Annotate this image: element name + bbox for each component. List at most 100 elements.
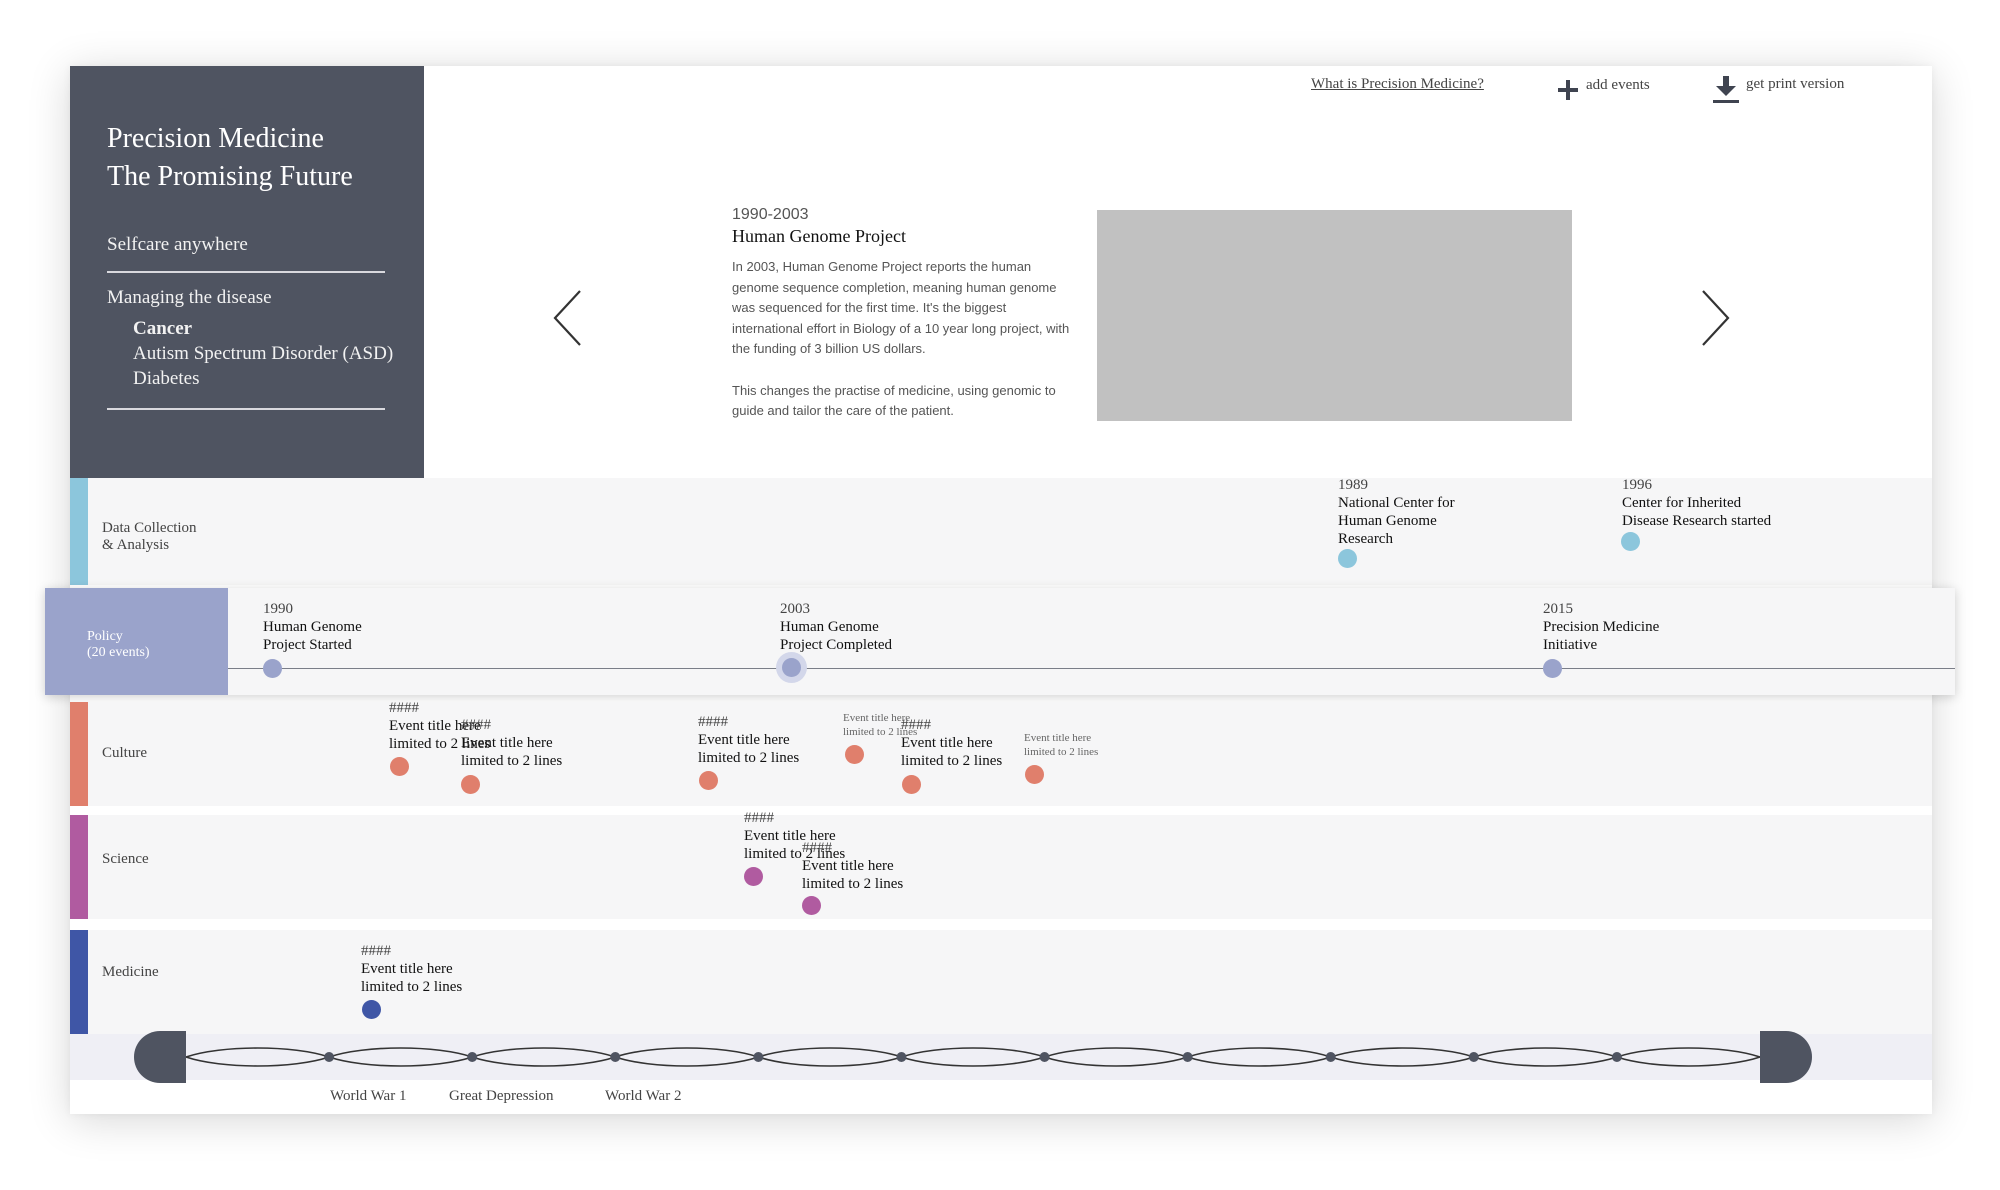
sidebar-divider xyxy=(107,408,385,410)
event-medicine-1[interactable]: #### Event title here limited to 2 lines xyxy=(361,943,462,996)
event-year: 1989 xyxy=(1338,477,1368,493)
track-color-bar xyxy=(70,478,88,585)
scrubber-knot xyxy=(1182,1052,1193,1062)
featured-paragraph-1: In 2003, Human Genome Project reports th… xyxy=(732,259,1070,356)
featured-years: 1990-2003 xyxy=(732,206,809,223)
event-culture-6[interactable]: Event title here limited to 2 lines xyxy=(1024,731,1098,759)
event-title-line: limited to 2 lines xyxy=(461,753,563,769)
nav-selfcare-anywhere[interactable]: Selfcare anywhere xyxy=(107,234,248,256)
track-label-line2: & Analysis xyxy=(102,537,170,553)
event-dot[interactable] xyxy=(362,1000,381,1019)
scrubber-strand xyxy=(185,1056,1761,1067)
event-title-line: Research xyxy=(1338,531,1393,547)
scrubber-knot xyxy=(467,1052,478,1062)
event-title-line: Event title here xyxy=(802,858,894,874)
event-title-line: National Center for xyxy=(1338,495,1455,511)
track-label-line2: (20 events) xyxy=(87,645,150,660)
track-color-bar xyxy=(70,815,88,919)
event-culture-5[interactable]: #### Event title here limited to 2 lines xyxy=(901,717,1002,770)
event-title-line: Event title here xyxy=(1024,732,1092,744)
track-science xyxy=(70,815,1932,919)
event-year: #### xyxy=(901,717,931,733)
event-dot[interactable] xyxy=(461,775,480,794)
event-dot-selected[interactable] xyxy=(782,658,801,677)
featured-event: 1990-2003 Human Genome Project In 2003, … xyxy=(732,206,1072,443)
print-version-label: get print version xyxy=(1746,76,1845,92)
event-science-2[interactable]: #### Event title here limited to 2 lines xyxy=(802,840,903,893)
event-dot[interactable] xyxy=(699,771,718,790)
event-year: 2003 xyxy=(780,601,810,617)
track-label-science[interactable]: Science xyxy=(102,851,149,868)
event-dot[interactable] xyxy=(1338,549,1357,568)
what-is-precision-medicine-link[interactable]: What is Precision Medicine? xyxy=(1311,76,1484,93)
event-dot[interactable] xyxy=(390,757,409,776)
nav-disease-diabetes[interactable]: Diabetes xyxy=(133,368,199,390)
sidebar: Precision Medicine The Promising Future … xyxy=(70,66,424,478)
event-year: #### xyxy=(698,714,728,730)
event-title-line: Human Genome xyxy=(263,619,362,635)
track-label-line1: Policy xyxy=(87,629,123,644)
event-dot[interactable] xyxy=(263,659,282,678)
event-title-line: Project Started xyxy=(263,637,352,653)
event-dot[interactable] xyxy=(1543,659,1562,678)
event-year: #### xyxy=(361,943,391,959)
chevron-right-icon[interactable] xyxy=(1693,283,1733,353)
event-data-1989[interactable]: 1989 National Center for Human Genome Re… xyxy=(1338,477,1455,548)
nav-managing-disease[interactable]: Managing the disease xyxy=(107,287,272,309)
event-dot[interactable] xyxy=(845,745,864,764)
event-policy-2015[interactable]: 2015 Precision Medicine Initiative xyxy=(1543,601,1659,654)
featured-image-placeholder xyxy=(1097,210,1572,421)
sidebar-divider xyxy=(107,271,385,273)
era-label-ww2[interactable]: World War 2 xyxy=(605,1088,681,1105)
event-policy-2003[interactable]: 2003 Human Genome Project Completed xyxy=(780,601,892,654)
event-title-line: Event title here xyxy=(698,732,790,748)
event-culture-2[interactable]: #### Event title here limited to 2 lines xyxy=(461,717,562,770)
event-dot[interactable] xyxy=(744,867,763,886)
event-dot[interactable] xyxy=(902,775,921,794)
event-dot[interactable] xyxy=(802,896,821,915)
nav-disease-asd[interactable]: Autism Spectrum Disorder (ASD) xyxy=(133,343,393,365)
scrubber-handle-left[interactable] xyxy=(134,1031,186,1083)
app-title-line1: Precision Medicine xyxy=(107,123,324,154)
scrubber-knot xyxy=(610,1052,621,1062)
event-culture-3[interactable]: #### Event title here limited to 2 lines xyxy=(698,714,799,767)
event-title-line: Human Genome xyxy=(1338,513,1437,529)
event-title-line: Center for Inherited xyxy=(1622,495,1742,511)
track-label-culture[interactable]: Culture xyxy=(102,745,147,762)
event-data-1996[interactable]: 1996 Center for Inherited Disease Resear… xyxy=(1622,477,1771,530)
event-dot[interactable] xyxy=(1025,765,1044,784)
featured-paragraph-2: This changes the practise of medicine, u… xyxy=(732,382,1056,419)
chevron-left-icon[interactable] xyxy=(550,283,590,353)
plus-icon xyxy=(1558,80,1578,100)
download-icon xyxy=(1713,76,1739,103)
event-title-line: Event title here xyxy=(901,735,993,751)
scrubber-knot xyxy=(1325,1052,1336,1062)
event-title-line: Event title here xyxy=(361,961,453,977)
nav-disease-cancer[interactable]: Cancer xyxy=(133,318,192,340)
track-label-policy[interactable]: Policy (20 events) xyxy=(45,588,228,695)
event-dot[interactable] xyxy=(1621,532,1640,551)
track-medicine xyxy=(70,930,1932,1034)
timeline-scrubber[interactable] xyxy=(130,1030,1820,1084)
scrubber-strand xyxy=(185,1047,1761,1058)
scrubber-knot xyxy=(1039,1052,1050,1062)
event-title-line: Disease Research started xyxy=(1622,513,1772,529)
track-label-line1: Data Collection xyxy=(102,520,197,536)
app-title-line2: The Promising Future xyxy=(107,161,353,192)
scrubber-handle-right[interactable] xyxy=(1760,1031,1812,1083)
track-label-data-collection[interactable]: Data Collection & Analysis xyxy=(102,520,197,554)
track-label-medicine[interactable]: Medicine xyxy=(102,964,159,981)
event-title-line: limited to 2 lines xyxy=(361,979,463,995)
event-year: #### xyxy=(744,810,774,826)
event-year: #### xyxy=(461,717,491,733)
scrubber-knot xyxy=(1468,1052,1479,1062)
era-label-ww1[interactable]: World War 1 xyxy=(330,1088,406,1105)
event-year: #### xyxy=(802,840,832,856)
scrubber-knot xyxy=(753,1052,764,1062)
event-policy-1990[interactable]: 1990 Human Genome Project Started xyxy=(263,601,362,654)
event-year: 1990 xyxy=(263,601,293,617)
event-title-line: limited to 2 lines xyxy=(802,876,904,892)
event-title-line: Precision Medicine xyxy=(1543,619,1660,635)
era-label-great-depression[interactable]: Great Depression xyxy=(449,1088,554,1105)
event-title-line: Project Completed xyxy=(780,637,893,653)
